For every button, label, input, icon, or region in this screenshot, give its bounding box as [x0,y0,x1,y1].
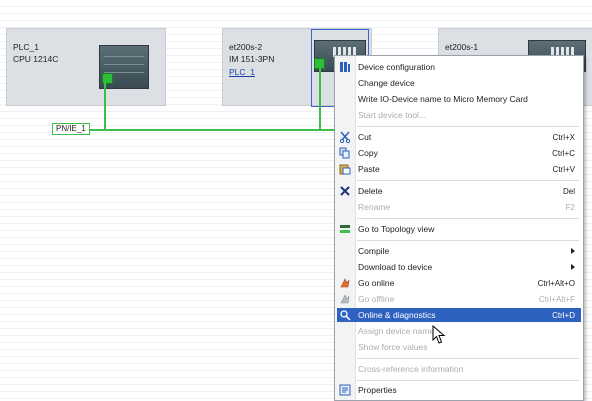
menu-item-shortcut: Ctrl+X [552,132,575,142]
network-line[interactable] [56,129,336,131]
device-type: IM 151-3PN [229,54,275,64]
menu-item-shortcut: Ctrl+D [552,310,575,320]
paste-icon [337,162,353,176]
menu-item-label: Delete [358,186,383,196]
menu-item-delete[interactable]: Delete Del [337,184,581,198]
menu-item-shortcut: Del [562,186,575,196]
menu-item-compile[interactable]: Compile [337,244,581,258]
device-name: et200s-2 [229,42,263,52]
plc-assignment-link[interactable]: PLC_1 [229,67,255,77]
menu-item-label: Change device [358,78,415,88]
menu-item-label: Start device tool... [358,110,427,120]
delete-icon [337,184,353,198]
menu-item-cut[interactable]: Cut Ctrl+X [337,130,581,144]
menu-item-go-to-topology-view[interactable]: Go to Topology view [337,222,581,236]
menu-item-go-offline[interactable]: Go offline Ctrl+Alt+F [337,292,581,306]
menu-item-label: Write IO-Device name to Micro Memory Car… [358,94,528,104]
device-config-icon [337,60,353,74]
menu-item-shortcut: Ctrl+C [552,148,575,158]
properties-icon [337,383,353,397]
network-line [104,82,106,130]
menu-item-label: Rename [358,202,391,212]
network-label[interactable]: PN/IE_1 [52,123,90,135]
menu-item-label: Go online [358,278,395,288]
menu-item-cross-reference-information[interactable]: Cross-reference information [337,362,581,376]
go-offline-icon [337,292,353,306]
mouse-cursor-icon [432,325,446,344]
menu-item-label: Copy [358,148,378,158]
device-type: CPU 1214C [13,54,59,64]
menu-item-shortcut: Ctrl+Alt+F [538,294,575,304]
context-menu[interactable]: Device configuration Change device Write… [334,55,584,401]
menu-item-label: Compile [358,246,390,256]
device-name: PLC_1 [13,42,39,52]
diagnostics-icon [337,308,353,322]
menu-item-label: Download to device [358,262,433,272]
topology-icon [337,222,353,236]
menu-item-label: Show force values [358,342,428,352]
menu-item-label: Assign device name [358,326,435,336]
menu-item-rename[interactable]: Rename F2 [337,200,581,214]
menu-item-online-diagnostics[interactable]: Online & diagnostics Ctrl+D [337,308,581,322]
menu-item-shortcut: Ctrl+V [552,164,575,174]
menu-item-write-io-device-name[interactable]: Write IO-Device name to Micro Memory Car… [337,92,581,106]
menu-item-assign-device-name[interactable]: Assign device name [337,324,581,338]
menu-item-shortcut: F2 [565,202,575,212]
device-plc-1[interactable]: PLC_1 CPU 1214C [6,28,166,106]
submenu-arrow-icon [571,264,575,270]
menu-item-show-force-values[interactable]: Show force values [337,340,581,354]
menu-item-label: Online & diagnostics [358,310,436,320]
device-name: et200s-1 [445,42,479,52]
copy-icon [337,146,353,160]
menu-item-label: Cut [358,132,372,142]
menu-item-go-online[interactable]: Go online Ctrl+Alt+O [337,276,581,290]
menu-item-paste[interactable]: Paste Ctrl+V [337,162,581,176]
menu-item-label: Properties [358,385,397,395]
menu-item-label: Paste [358,164,380,174]
menu-item-start-device-tool[interactable]: Start device tool... [337,108,581,122]
menu-item-shortcut: Ctrl+Alt+O [537,278,575,288]
network-line [319,68,321,130]
menu-item-copy[interactable]: Copy Ctrl+C [337,146,581,160]
menu-item-label: Device configuration [358,62,436,72]
menu-item-label: Go offline [358,294,395,304]
go-online-icon [337,276,353,290]
menu-item-properties[interactable]: Properties [337,383,581,397]
cut-icon [337,130,353,144]
menu-item-change-device[interactable]: Change device [337,76,581,90]
menu-item-device-configuration[interactable]: Device configuration [337,60,581,74]
menu-item-download-to-device[interactable]: Download to device [337,260,581,274]
menu-item-label: Cross-reference information [358,364,464,374]
submenu-arrow-icon [571,248,575,254]
menu-item-label: Go to Topology view [358,224,435,234]
